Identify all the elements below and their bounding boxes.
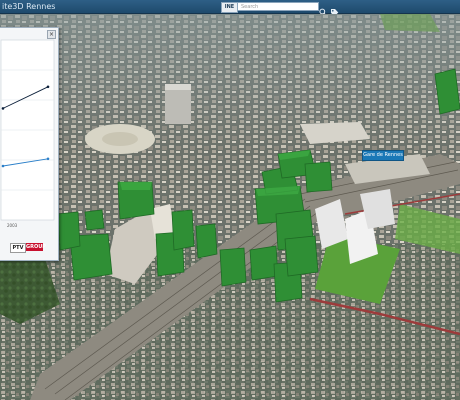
data-point (46, 85, 50, 89)
tag-icon[interactable] (330, 2, 339, 17)
search-input[interactable] (237, 2, 319, 11)
chart-panel: × 2003 PTV GROUP (0, 27, 59, 261)
search-icon[interactable] (319, 2, 327, 17)
x-tick-label: 2003 (7, 223, 18, 228)
city-3d-scene (0, 14, 460, 400)
app-title: ite3D Rennes (2, 2, 56, 11)
ptv-logo: PTV (10, 243, 26, 253)
data-point (46, 157, 50, 161)
scope-button[interactable]: INE (221, 2, 238, 13)
map-3d-view[interactable]: Gare de Rennes (0, 14, 460, 400)
group-logo: GROUP (26, 243, 46, 251)
top-toolbar: ite3D Rennes INE (0, 0, 460, 17)
station-label[interactable]: Gare de Rennes (362, 150, 404, 161)
data-point (1, 164, 5, 168)
data-point (1, 107, 5, 110)
